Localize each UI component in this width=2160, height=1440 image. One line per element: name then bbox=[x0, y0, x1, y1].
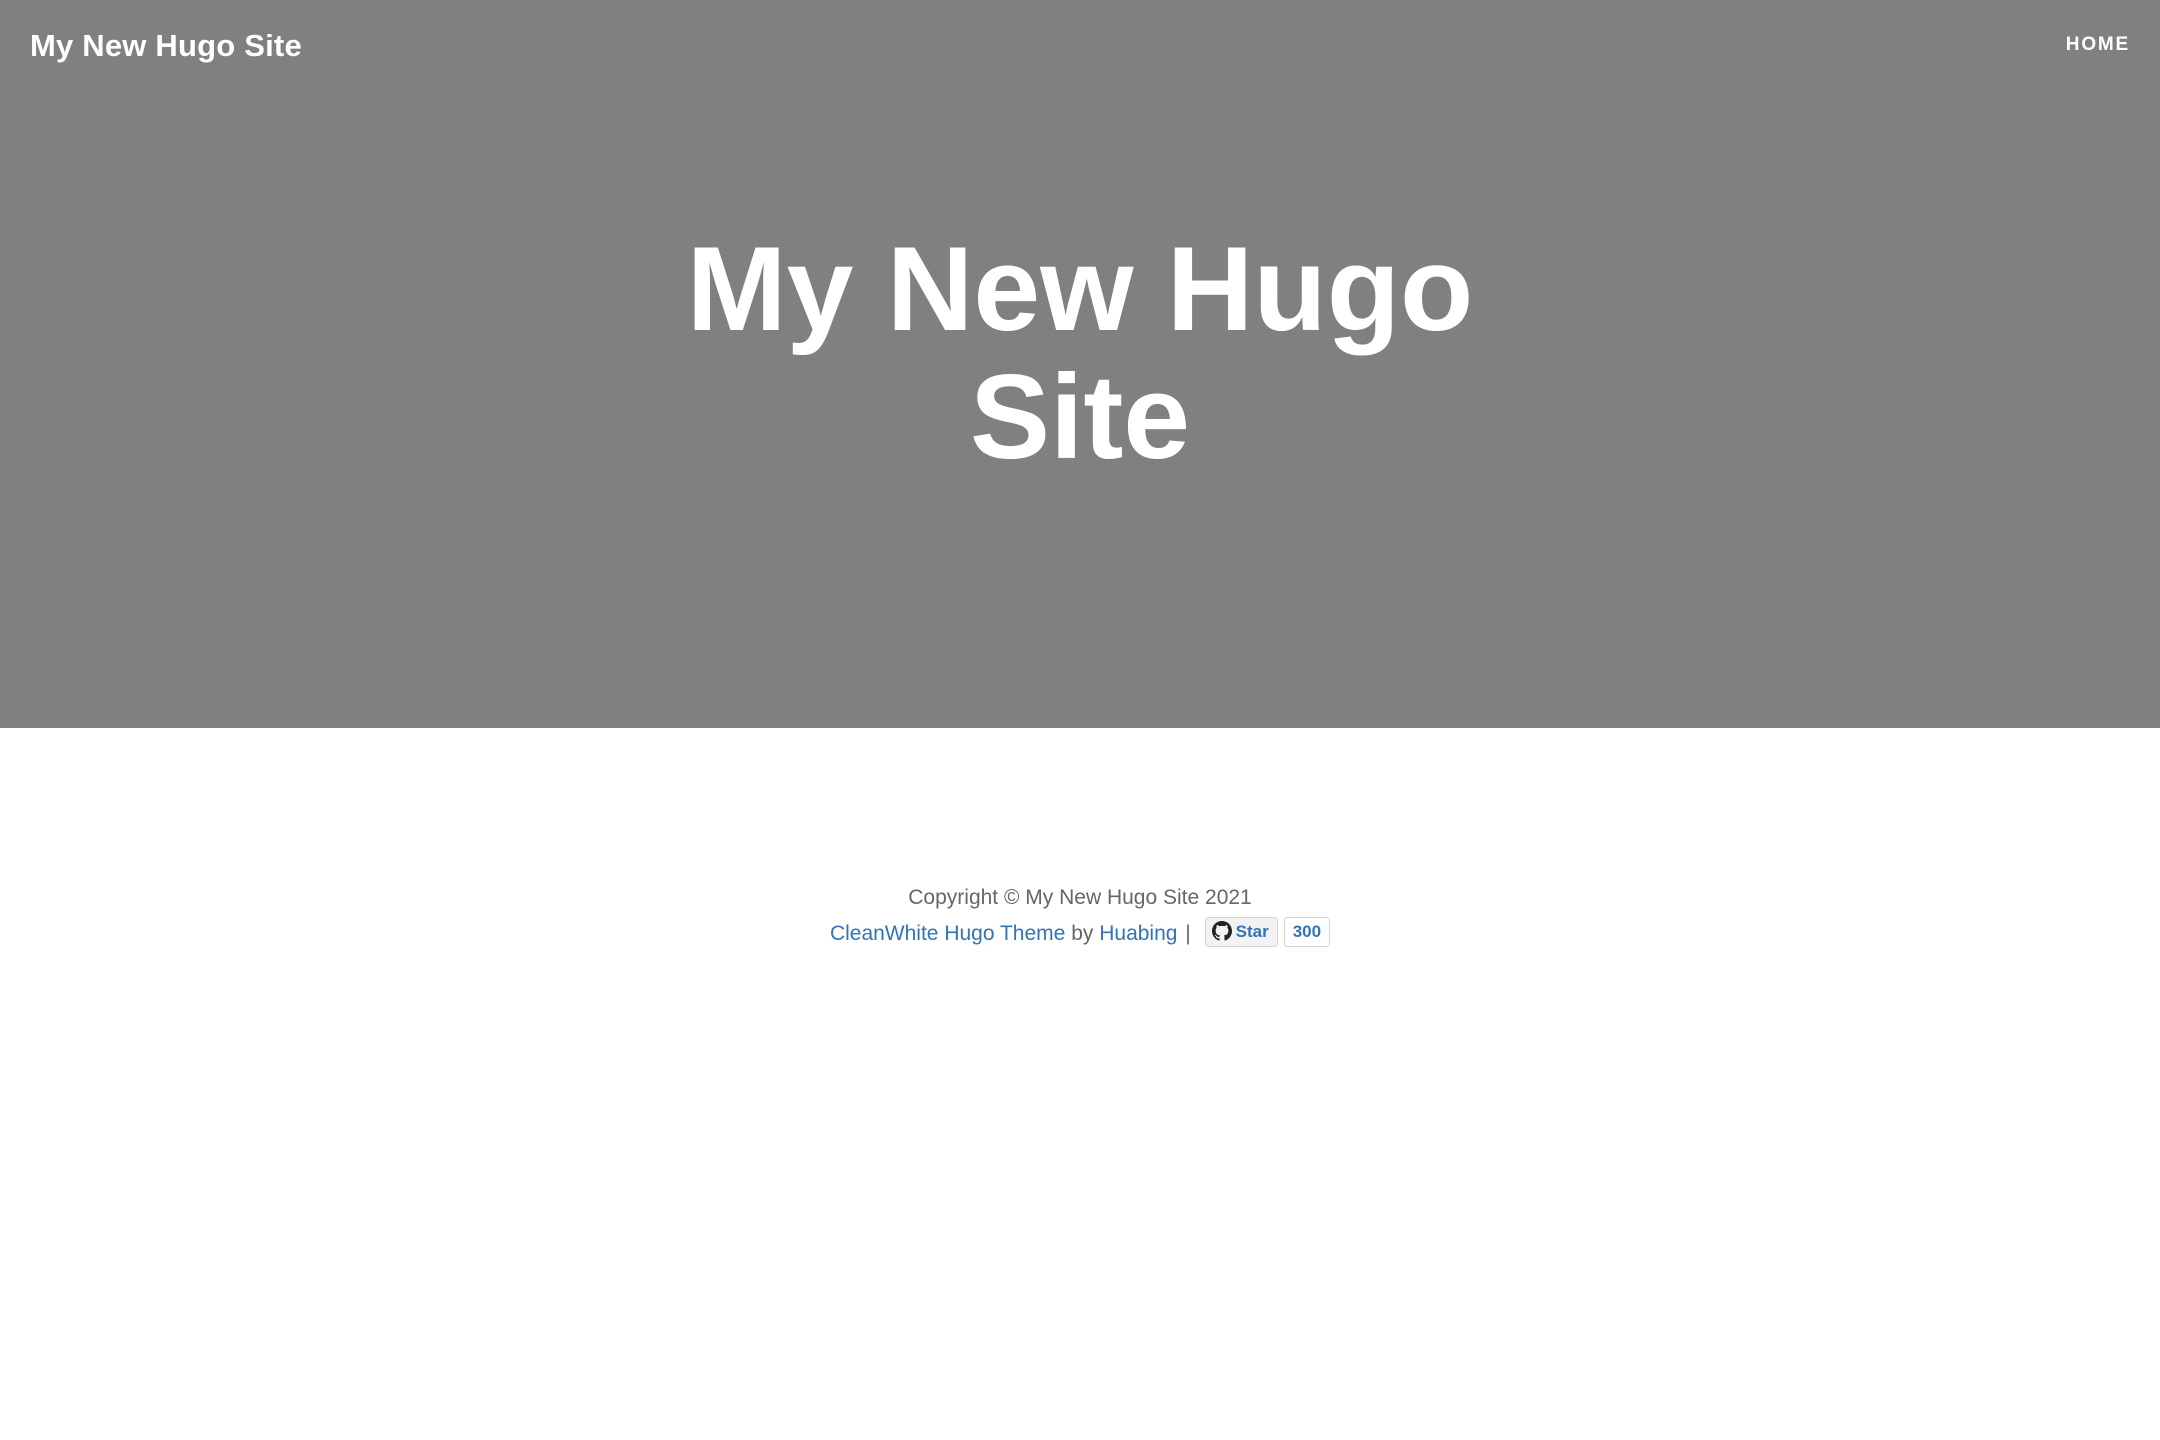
page-title-line-2: Site bbox=[969, 350, 1191, 484]
theme-link[interactable]: CleanWhite Hugo Theme bbox=[830, 922, 1065, 945]
separator: | bbox=[1185, 922, 1191, 945]
page-title: My New Hugo Site bbox=[0, 225, 2160, 481]
github-star-count[interactable]: 300 bbox=[1283, 916, 1331, 947]
by-text: by bbox=[1071, 922, 1094, 945]
nav-home-link[interactable]: HOME bbox=[2066, 30, 2130, 60]
site-brand-link[interactable]: My New Hugo Site bbox=[30, 24, 302, 68]
footer: Copyright © My New Hugo Site 2021 CleanW… bbox=[0, 880, 2160, 952]
copyright-text: Copyright © My New Hugo Site 2021 bbox=[908, 886, 1252, 909]
footer-credits: CleanWhite Hugo Theme by Huabing | Star 3… bbox=[0, 916, 2160, 952]
github-star-label: Star bbox=[1235, 921, 1269, 941]
page-title-line-1: My New Hugo bbox=[686, 222, 1474, 356]
hero-header: My New Hugo Site HOME My New Hugo Site bbox=[0, 0, 2160, 728]
github-icon bbox=[1211, 920, 1232, 941]
author-link[interactable]: Huabing bbox=[1099, 922, 1177, 945]
github-star-widget: Star 300 bbox=[1204, 913, 1331, 949]
github-star-button[interactable]: Star bbox=[1204, 916, 1278, 947]
